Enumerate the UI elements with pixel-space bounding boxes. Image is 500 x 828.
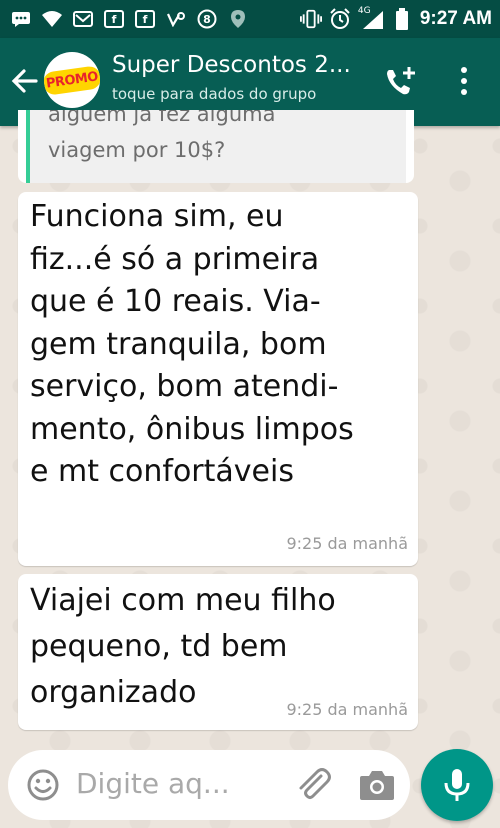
status-bar: f f 8 4G 9:27 AM — [0, 0, 500, 38]
message-timestamp: 9:25 da manhã — [286, 700, 408, 719]
message-line: Funciona sim, eu — [30, 199, 284, 234]
facebook-icon: f — [134, 8, 156, 30]
svg-text:8: 8 — [203, 13, 211, 26]
message-line: organizado — [30, 675, 197, 710]
quote-line-2: viagem por 10$? — [48, 138, 226, 162]
message-line: fiz...é só a primeira — [30, 241, 320, 277]
message-input[interactable]: Digite aq... — [76, 767, 230, 800]
quote-block: alguém já fez alguma viagem por 10$? — [26, 110, 406, 183]
message-line: pequeno, td bem — [30, 629, 288, 664]
clock: 9:27 AM — [419, 8, 492, 29]
message-icon — [10, 8, 32, 30]
message-line: que é 10 reais. Via- — [30, 284, 321, 319]
battery-icon — [391, 8, 413, 30]
avatar-label: PROMO — [44, 64, 100, 96]
mic-button[interactable] — [421, 749, 493, 821]
emoji-icon[interactable] — [26, 768, 60, 802]
group-avatar[interactable]: PROMO — [44, 52, 100, 108]
add-call-icon[interactable] — [383, 64, 417, 98]
vibrate-icon — [299, 8, 322, 30]
message-timestamp: 9:25 da manhã — [286, 534, 408, 553]
wifi-icon — [41, 8, 63, 30]
group-info[interactable]: Super Descontos 2... toque para dados do… — [112, 52, 372, 103]
message-line: serviço, bom atendi- — [30, 369, 339, 404]
message-bubble[interactable]: Funciona sim, eu fiz...é só a primeira q… — [18, 192, 418, 566]
group-subtitle[interactable]: toque para dados do grupo — [112, 85, 372, 103]
message-line: gem tranquila, bom — [30, 326, 327, 362]
message-line: e mt confortáveis — [30, 454, 294, 489]
camera-icon[interactable] — [358, 768, 396, 802]
vine-icon — [165, 8, 187, 30]
alarm-icon — [329, 8, 351, 30]
quote-line-1: alguém já fez alguma — [48, 110, 276, 126]
message-composer[interactable]: Digite aq... — [8, 750, 410, 820]
attach-icon[interactable] — [293, 766, 333, 804]
message-line: mento, ônibus limpos — [30, 411, 354, 447]
more-options-icon[interactable] — [454, 64, 474, 98]
quoted-message[interactable]: alguém já fez alguma viagem por 10$? — [18, 110, 414, 183]
facebook-icon: f — [103, 8, 125, 30]
location-icon — [227, 8, 249, 30]
message-bubble[interactable]: Viajei com meu filho pequeno, td bem org… — [18, 574, 418, 730]
signal-icon: 4G — [358, 6, 384, 30]
message-line: Viajei com meu filho — [30, 583, 336, 618]
badge-icon: 8 — [196, 8, 218, 30]
mail-icon — [72, 8, 94, 30]
mic-icon — [444, 769, 470, 801]
group-title[interactable]: Super Descontos 2... — [112, 52, 372, 78]
back-arrow-icon[interactable] — [10, 64, 40, 98]
